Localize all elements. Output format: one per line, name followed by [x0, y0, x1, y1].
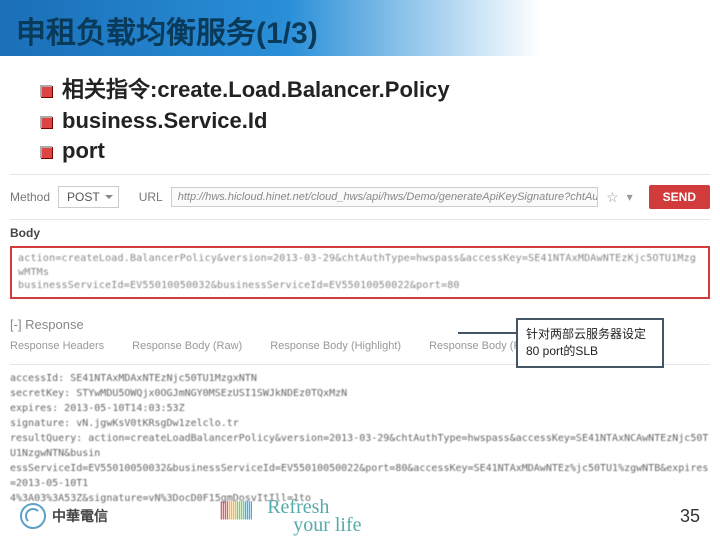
slogan-line2: your life — [267, 514, 361, 536]
body-line: action=createLoad.BalancerPolicy&version… — [18, 253, 696, 278]
bullet-list: 相关指令:create.Load.Balancer.Policy busines… — [40, 72, 720, 164]
bullet-item: business.Service.Id — [40, 108, 720, 134]
slide-footer: 中華電信 |||||||||||||||| Refresh your life … — [0, 498, 720, 534]
callout-text: 针对两部云服务器设定80 port的SLB — [526, 327, 646, 358]
method-select[interactable]: POST — [58, 186, 119, 208]
url-label: URL — [139, 190, 163, 204]
slide-title-bar: 申租负载均衡服务(1/3) — [0, 0, 720, 56]
body-header: Body — [10, 226, 710, 240]
company-logo: 中華電信 — [20, 503, 108, 529]
bullet-text: business.Service.Id — [62, 108, 267, 133]
response-line: essServiceId=EV55010050032&businessServi… — [10, 461, 710, 491]
body-line: businessServiceId=EV55010050032&business… — [18, 280, 460, 291]
slogan: |||||||||||||||| Refresh your life — [267, 498, 361, 534]
bullet-text: 相关指令:create.Load.Balancer.Policy — [62, 77, 450, 102]
response-line: accessId: SE41NTAxMDAxNTEzNjc50TU1MzgxNT… — [10, 371, 710, 386]
bullet-text: port — [62, 138, 105, 163]
slide-title: 申租负载均衡服务(1/3) — [16, 8, 720, 52]
tab-response-raw[interactable]: Response Body (Raw) — [132, 340, 242, 352]
send-button[interactable]: SEND — [649, 185, 710, 209]
response-line: signature: vN.jgwKsV0tKRsgDw1zelclo.tr — [10, 416, 710, 431]
response-line: expires: 2013-05-10T14:03:53Z — [10, 401, 710, 416]
url-input[interactable]: http://hws.hicloud.hinet.net/cloud_hws/a… — [171, 187, 598, 207]
tab-response-headers[interactable]: Response Headers — [10, 340, 104, 352]
favorite-icon[interactable]: ☆ — [606, 189, 619, 206]
response-line: secretKey: STYwMDU5OWQjx0OGJmNGY0MSEzUSI… — [10, 386, 710, 401]
chevron-down-icon[interactable]: ▾ — [627, 190, 633, 204]
annotation-callout: 针对两部云服务器设定80 port的SLB — [516, 318, 664, 368]
page-number: 35 — [680, 506, 700, 527]
request-row: Method POST URL http://hws.hicloud.hinet… — [10, 179, 710, 215]
response-line: resultQuery: action=createLoadBalancerPo… — [10, 431, 710, 461]
bullet-item: 相关指令:create.Load.Balancer.Policy — [40, 72, 720, 104]
bullet-item: port — [40, 138, 720, 164]
request-body-highlight: action=createLoad.BalancerPolicy&version… — [10, 246, 710, 299]
company-name: 中華電信 — [52, 506, 108, 526]
bullet-icon — [40, 146, 52, 158]
logo-icon — [20, 503, 46, 529]
bullet-icon — [40, 116, 52, 128]
color-dots-icon: |||||||||||||||| — [219, 500, 251, 518]
tab-response-highlight[interactable]: Response Body (Highlight) — [270, 340, 401, 352]
response-body: accessId: SE41NTAxMDAxNTEzNjc50TU1MzgxNT… — [10, 371, 710, 506]
bullet-icon — [40, 85, 52, 97]
method-label: Method — [10, 190, 50, 204]
